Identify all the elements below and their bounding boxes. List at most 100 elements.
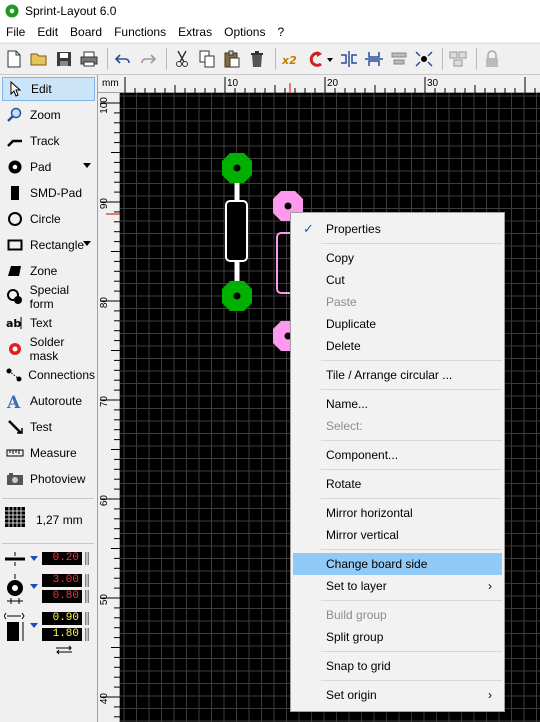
toolbar-separator bbox=[275, 48, 276, 70]
menu-item-label: Split group bbox=[326, 630, 384, 644]
pad-inner-diameter-field[interactable]: 0.80 bbox=[42, 590, 82, 603]
copy-button[interactable] bbox=[196, 47, 218, 71]
autoroute-icon: A bbox=[6, 392, 24, 410]
save-button[interactable] bbox=[53, 47, 75, 71]
pad-outer-spin[interactable] bbox=[85, 574, 89, 587]
open-button[interactable] bbox=[28, 47, 50, 71]
tool-measure[interactable]: Measure bbox=[2, 441, 95, 465]
new-file-button[interactable] bbox=[3, 47, 25, 71]
ruler-label: 40 bbox=[99, 693, 110, 705]
tool-zone[interactable]: Zone bbox=[2, 259, 95, 283]
print-button[interactable] bbox=[78, 47, 100, 71]
tool-edit[interactable]: Edit bbox=[2, 77, 95, 101]
smd-width-field[interactable]: 0.90 bbox=[42, 612, 82, 625]
menu-item-paste[interactable]: Paste bbox=[293, 291, 502, 313]
tool-smd-pad[interactable]: SMD-Pad bbox=[2, 181, 95, 205]
snap-button[interactable] bbox=[413, 47, 435, 71]
svg-text:A: A bbox=[6, 393, 21, 410]
pad-inner-spin[interactable] bbox=[85, 590, 89, 603]
pad-outer-diameter-field[interactable]: 3.00 bbox=[42, 574, 82, 587]
resistor-component-green[interactable] bbox=[222, 153, 252, 311]
redo-button[interactable] bbox=[137, 47, 159, 71]
horizontal-ruler: mm 10 20 30 bbox=[98, 75, 540, 93]
swap-arrows-icon[interactable] bbox=[54, 644, 74, 655]
submenu-arrow-icon: › bbox=[488, 688, 492, 702]
smd-width-spin[interactable] bbox=[85, 612, 89, 625]
tool-connections[interactable]: Connections bbox=[2, 363, 95, 387]
ruler-label: 20 bbox=[327, 78, 339, 89]
menu-item-mirror-vertical[interactable]: Mirror vertical bbox=[293, 524, 502, 546]
menu-item-set-origin[interactable]: Set origin › bbox=[293, 684, 502, 706]
menu-help[interactable]: ? bbox=[271, 22, 290, 42]
menu-extras[interactable]: Extras bbox=[172, 22, 218, 42]
group-button[interactable] bbox=[447, 47, 469, 71]
delete-icon bbox=[251, 51, 263, 67]
menu-item-change-board-side[interactable]: Change board side bbox=[293, 553, 502, 575]
menu-item-cut[interactable]: Cut bbox=[293, 269, 502, 291]
menu-item-set-to-layer[interactable]: Set to layer › bbox=[293, 575, 502, 597]
mirror-vertical-button[interactable] bbox=[363, 47, 385, 71]
tool-label: Zone bbox=[30, 264, 58, 278]
menu-item-rotate[interactable]: Rotate bbox=[293, 473, 502, 495]
menu-board[interactable]: Board bbox=[64, 22, 108, 42]
tool-pad[interactable]: Pad bbox=[2, 155, 95, 179]
tool-text[interactable]: ab Text bbox=[2, 311, 95, 335]
menu-item-name[interactable]: Name... bbox=[293, 393, 502, 415]
chevron-down-icon[interactable] bbox=[30, 556, 38, 561]
menu-item-split-group[interactable]: Split group bbox=[293, 626, 502, 648]
menu-item-properties[interactable]: ✓ Properties bbox=[293, 218, 502, 240]
menu-item-component[interactable]: Component... bbox=[293, 444, 502, 466]
check-icon: ✓ bbox=[303, 221, 314, 236]
align-button[interactable] bbox=[388, 47, 410, 71]
menu-options[interactable]: Options bbox=[218, 22, 271, 42]
tool-special-form[interactable]: Special form bbox=[2, 283, 95, 311]
tool-rectangle[interactable]: Rectangle bbox=[2, 233, 95, 257]
menu-item-tile-arrange[interactable]: Tile / Arrange circular ... bbox=[293, 364, 502, 386]
lock-button[interactable] bbox=[481, 47, 503, 71]
chevron-down-icon[interactable] bbox=[30, 623, 38, 628]
cut-button[interactable] bbox=[171, 47, 193, 71]
menu-functions[interactable]: Functions bbox=[108, 22, 172, 42]
grid-size-label[interactable]: 1,27 mm bbox=[36, 513, 83, 527]
grid-button[interactable] bbox=[4, 506, 26, 528]
tool-label: Special form bbox=[29, 283, 69, 311]
paste-button[interactable] bbox=[221, 47, 243, 71]
menu-separator bbox=[321, 243, 502, 244]
tool-zoom[interactable]: Zoom bbox=[2, 103, 95, 127]
menu-separator bbox=[321, 651, 502, 652]
ruler-label: 60 bbox=[99, 495, 110, 507]
tool-circle[interactable]: Circle bbox=[2, 207, 95, 231]
menu-item-snap-to-grid[interactable]: Snap to grid bbox=[293, 655, 502, 677]
smd-height-spin[interactable] bbox=[85, 628, 89, 641]
zoom-x2-button[interactable]: x2 bbox=[280, 47, 302, 71]
tool-track[interactable]: Track bbox=[2, 129, 95, 153]
track-width-spin[interactable] bbox=[85, 552, 89, 565]
chevron-down-icon[interactable] bbox=[83, 241, 91, 246]
menu-item-duplicate[interactable]: Duplicate bbox=[293, 313, 502, 335]
chevron-down-icon[interactable] bbox=[30, 584, 38, 589]
tool-photoview[interactable]: Photoview bbox=[2, 467, 95, 491]
menu-item-build-group[interactable]: Build group bbox=[293, 604, 502, 626]
menu-edit[interactable]: Edit bbox=[31, 22, 64, 42]
tool-test[interactable]: Test bbox=[2, 415, 95, 439]
menu-item-copy[interactable]: Copy bbox=[293, 247, 502, 269]
delete-button[interactable] bbox=[246, 47, 268, 71]
smd-height-field[interactable]: 1.80 bbox=[42, 628, 82, 641]
menu-item-select[interactable]: Select: bbox=[293, 415, 502, 437]
tool-autoroute[interactable]: A Autoroute bbox=[2, 389, 95, 413]
menu-item-delete[interactable]: Delete bbox=[293, 335, 502, 357]
tool-solder-mask[interactable]: Solder mask bbox=[2, 335, 95, 363]
menu-item-mirror-horizontal[interactable]: Mirror horizontal bbox=[293, 502, 502, 524]
tool-label: Autoroute bbox=[30, 394, 83, 408]
menu-separator bbox=[321, 600, 502, 601]
ruler-label: 80 bbox=[99, 297, 110, 309]
rectangle-icon bbox=[6, 236, 24, 254]
mirror-horizontal-button[interactable] bbox=[338, 47, 360, 71]
menu-file[interactable]: File bbox=[0, 22, 31, 42]
text-icon: ab bbox=[6, 314, 24, 332]
track-width-field[interactable]: 0.20 bbox=[42, 552, 82, 565]
rotate-button[interactable] bbox=[305, 47, 335, 71]
undo-button[interactable] bbox=[112, 47, 134, 71]
toolbar-separator bbox=[107, 48, 108, 70]
chevron-down-icon[interactable] bbox=[83, 163, 91, 168]
